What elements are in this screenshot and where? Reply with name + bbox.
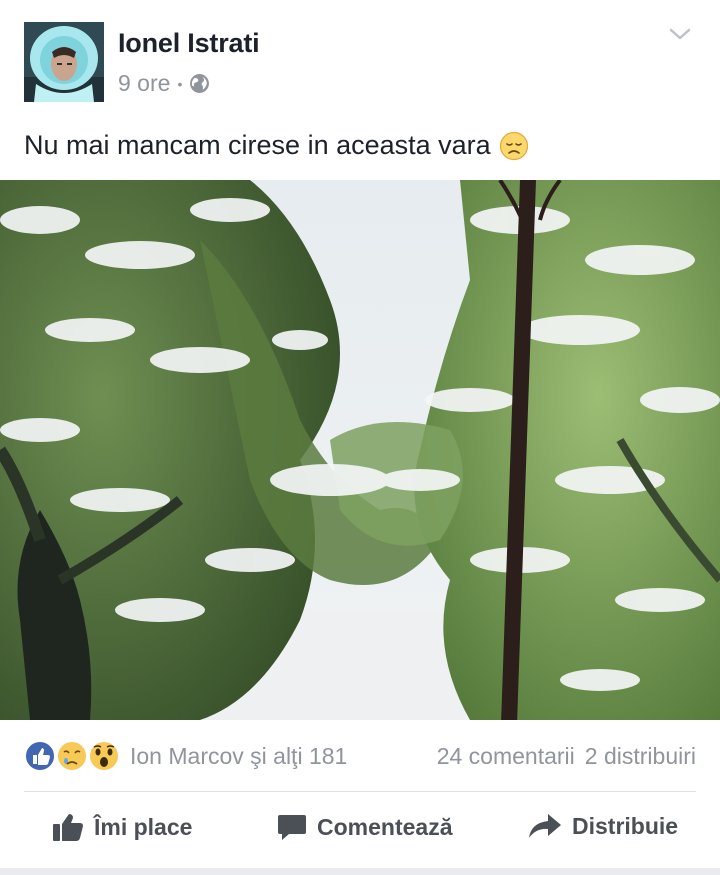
feed-separator: [0, 868, 720, 875]
like-label: Îmi place: [94, 813, 193, 840]
comment-icon: [278, 815, 306, 840]
post-meta: 9 ore •: [118, 70, 210, 97]
shares-count[interactable]: 2 distribuiri: [585, 743, 696, 770]
comments-count[interactable]: 24 comentarii: [437, 743, 575, 770]
post-stats: Ion Marcov şi alţi 181 24 comentarii 2 d…: [0, 728, 720, 784]
wow-reaction-icon: [88, 740, 120, 772]
post-header: Ionel Istrati 9 ore •: [0, 0, 720, 120]
avatar[interactable]: [24, 22, 104, 102]
comment-button[interactable]: Comentează: [277, 812, 452, 842]
post-photo[interactable]: [0, 180, 720, 720]
post-message: Nu mai mancam cirese in aceasta vara: [24, 130, 529, 161]
chevron-down-icon[interactable]: [668, 26, 692, 42]
meta-separator: •: [177, 75, 183, 92]
action-bar: Îmi place Comentează Distribuie: [0, 800, 720, 864]
like-button[interactable]: Îmi place: [52, 812, 192, 842]
disappointed-face-emoji: [499, 131, 528, 160]
reactions-summary[interactable]: [24, 738, 122, 774]
post-text: Nu mai mancam cirese in aceasta vara: [24, 130, 491, 160]
comment-label: Comentează: [317, 813, 453, 840]
post-time[interactable]: 9 ore: [118, 70, 170, 97]
like-reaction-icon: [24, 740, 56, 772]
thumbs-up-icon: [53, 814, 83, 841]
sad-reaction-icon: [56, 740, 88, 772]
share-label: Distribuie: [572, 812, 679, 839]
engagement-counts: 24 comentarii 2 distribuiri: [437, 743, 696, 770]
reactors-text[interactable]: Ion Marcov şi alţi 181: [130, 743, 347, 770]
globe-icon: [190, 74, 210, 93]
share-button[interactable]: Distribuie: [528, 812, 678, 840]
author-name[interactable]: Ionel Istrati: [118, 28, 260, 59]
share-arrow-icon: [529, 814, 561, 838]
divider: [24, 791, 696, 792]
